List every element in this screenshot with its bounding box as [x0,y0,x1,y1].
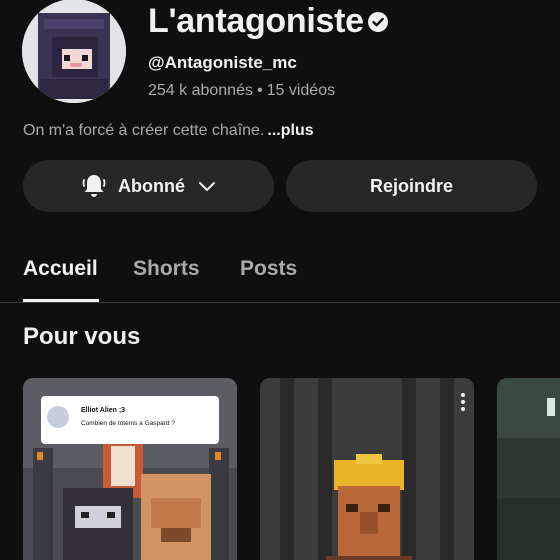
section-title: Pour vous [23,323,141,350]
channel-name: L'antagoniste [148,2,364,40]
video-count: 15 vidéos [266,82,336,99]
channel-handle: @Antagoniste_mc [148,53,297,72]
join-button[interactable]: Rejoindre [286,160,537,212]
verified-check-icon [368,12,388,32]
active-tab-indicator [23,299,99,302]
description-more-link[interactable]: ...plus [267,122,313,139]
video-card[interactable] [260,378,474,560]
channel-stats: 254 k abonnés • 15 vidéos [148,82,335,100]
comment-author: Elliot Alien ;3 [81,407,126,414]
description-text: On m'a forcé à créer cette chaîne. [23,122,265,139]
comment-bubble: Elliot Alien ;3 Combien de totems a Gasp… [41,396,219,444]
comment-text: Combien de totems a Gaspard ? [81,420,175,427]
join-label: Rejoindre [369,175,453,196]
tab-accueil[interactable]: Accueil [23,257,98,281]
subscribed-label: Abonné [118,175,185,196]
video-card[interactable] [497,378,560,560]
more-vertical-icon[interactable] [460,392,466,412]
avatar-image [22,0,126,103]
tab-shorts[interactable]: Shorts [133,257,200,281]
subscriber-count: 254 k abonnés [148,82,253,99]
channel-avatar[interactable] [22,0,126,103]
video-thumbnail [260,378,474,560]
chevron-down-icon [199,182,215,191]
tab-posts[interactable]: Posts [240,257,297,281]
video-thumbnail [497,378,560,560]
subscribed-button[interactable]: Abonné [23,160,274,212]
stats-separator: • [256,82,263,99]
comment-avatar [47,406,69,428]
bell-icon [82,175,106,197]
video-card[interactable]: Elliot Alien ;3 Combien de totems a Gasp… [23,378,237,560]
channel-tabs: Accueil Shorts Posts [0,246,560,303]
channel-description[interactable]: On m'a forcé à créer cette chaîne. ...plu… [23,122,314,140]
